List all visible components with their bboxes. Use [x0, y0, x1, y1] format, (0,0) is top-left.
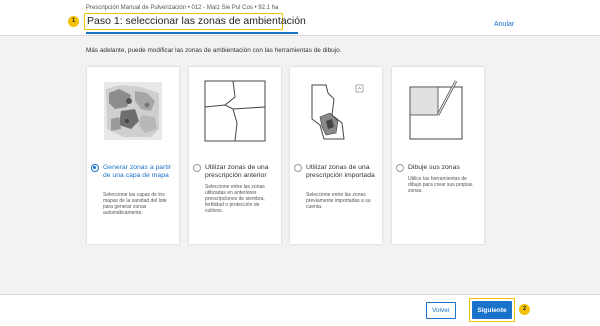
option-radio[interactable] [91, 164, 99, 172]
intro-text: Más adelante, puede modificar las zonas … [86, 47, 342, 54]
option-description: Seleccione entre las zonas previamente i… [306, 192, 371, 211]
option-card-map-layer[interactable]: Generar zonas a partir de una capa de ma… [87, 67, 179, 244]
option-title: Dibuje sus zonas [408, 164, 460, 171]
option-description: Seleccione entre las zonas utilizadas en… [205, 184, 265, 215]
page-title: Paso 1: seleccionar las zonas de ambient… [87, 15, 306, 27]
breadcrumb: Prescripción Manual de Pulverización • 0… [86, 5, 279, 11]
option-card-previous-prescription[interactable]: Utilizar zonas de una prescripción anter… [189, 67, 281, 244]
heatmap-icon [104, 82, 162, 140]
title-underline [86, 32, 298, 34]
draw-zone-icon [409, 80, 463, 140]
option-description: Seleccione las capas de los mapas de la … [103, 192, 167, 217]
next-button[interactable]: Siguiente [472, 301, 512, 319]
option-radio[interactable] [396, 164, 404, 172]
option-card-imported-prescription[interactable]: Utilizar zonas de una prescripción impor… [290, 67, 382, 244]
imported-zones-icon [311, 84, 364, 140]
option-title: Utilizar zonas de una prescripción anter… [205, 164, 269, 180]
step-2-badge: 2 [519, 304, 530, 315]
option-title: Utilizar zonas de una prescripción impor… [306, 164, 375, 180]
back-button[interactable]: Volver [426, 302, 456, 319]
option-description: Utilice las herramientas de dibujo para … [408, 176, 473, 195]
step-1-badge: 1 [68, 16, 79, 27]
option-radio[interactable] [294, 164, 302, 172]
option-radio[interactable] [193, 164, 201, 172]
field-zones-icon [204, 80, 266, 142]
option-card-draw-zones[interactable]: Dibuje sus zonas Utilice las herramienta… [392, 67, 484, 244]
cancel-link[interactable]: Anular [494, 21, 514, 28]
option-title: Generar zonas a partir de una capa de ma… [103, 164, 172, 180]
